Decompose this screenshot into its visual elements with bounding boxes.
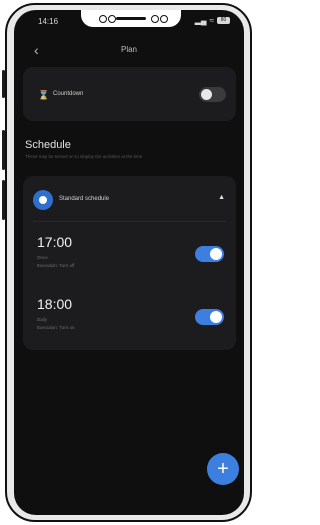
battery-icon: 80 <box>217 17 230 24</box>
collapse-caret-icon[interactable]: ▲ <box>218 194 225 201</box>
entry-time: 18:00 <box>37 296 73 312</box>
entry-repeat: Once <box>37 255 48 260</box>
toggle-knob <box>201 89 212 100</box>
side-button-volume-down <box>2 180 5 220</box>
entry-time: 17:00 <box>37 234 73 250</box>
plus-icon: + <box>217 458 229 480</box>
countdown-label: Countdown <box>53 91 84 97</box>
page-title: Plan <box>120 45 137 54</box>
status-time: 14:16 <box>38 17 59 26</box>
entry-action: Execution: Turn off <box>37 263 75 268</box>
side-button-mute <box>2 70 5 98</box>
countdown-card: ⌛ Countdown <box>23 67 236 121</box>
wifi-icon: ≈ <box>209 16 214 25</box>
signal-icon: ▂▄ <box>194 16 207 25</box>
side-button-volume-up <box>2 130 5 170</box>
countdown-toggle[interactable] <box>199 87 226 102</box>
schedule-icon <box>33 190 53 210</box>
notch <box>81 10 181 27</box>
entry-toggle[interactable] <box>195 309 224 325</box>
front-camera-right <box>160 15 168 23</box>
entry-action: Execution: Turn on <box>37 325 75 330</box>
front-sensor <box>108 15 116 23</box>
hourglass-icon: ⌛ <box>38 90 50 100</box>
earpiece-speaker <box>116 17 146 20</box>
toggle-knob <box>210 248 222 260</box>
entry-toggle[interactable] <box>195 246 224 262</box>
toggle-knob <box>210 311 222 323</box>
schedule-section-description: These may be turned on to display the ac… <box>25 154 143 159</box>
add-schedule-button[interactable]: + <box>207 453 239 485</box>
divider <box>33 221 226 222</box>
front-sensor-right <box>151 15 159 23</box>
status-icons: ▂▄ ≈ 80 <box>195 16 230 25</box>
schedule-card: Standard schedule ▲ 17:00 Once Execution… <box>23 176 236 350</box>
app-screen: 14:16 ▂▄ ≈ 80 ‹ Plan ⌛ Countdown Schedul… <box>14 10 244 515</box>
schedule-section-title: Schedule <box>25 139 71 151</box>
front-camera <box>99 15 107 23</box>
schedule-name: Standard schedule <box>59 196 110 202</box>
entry-repeat: Daily <box>37 317 48 322</box>
